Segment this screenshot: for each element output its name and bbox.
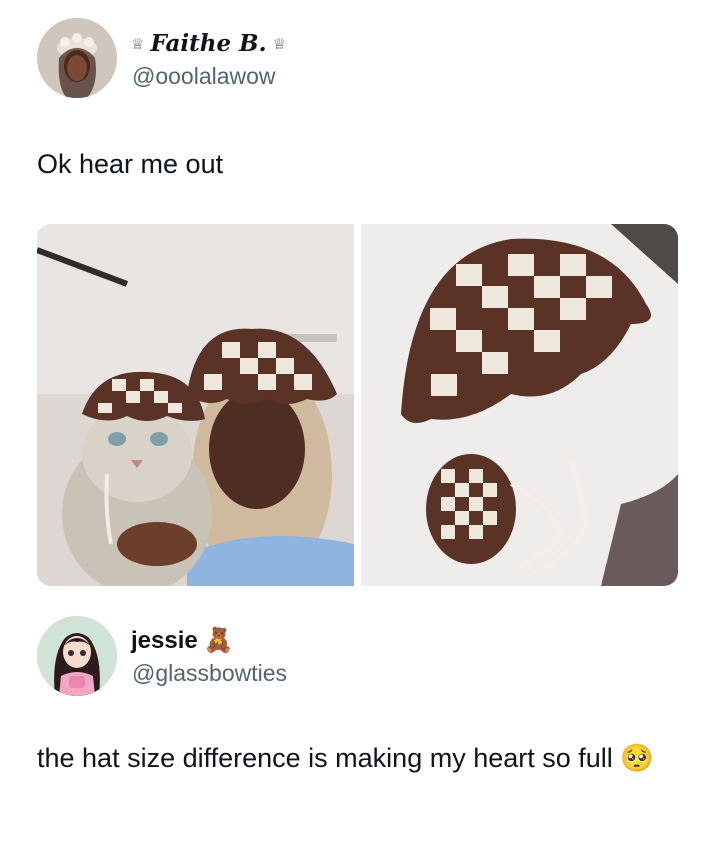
display-name[interactable]: jessie [131, 627, 198, 655]
tweet-2-name-row[interactable]: jessie 🧸 [131, 626, 234, 655]
crown-icon: ♕ [272, 35, 287, 53]
media-photo-1[interactable] [37, 224, 354, 586]
media-photo-2[interactable] [361, 224, 678, 586]
crown-icon: ♕ [131, 35, 145, 53]
photo-woman-with-cat-icon [37, 224, 354, 586]
handle[interactable]: @ooolalawow [132, 63, 276, 90]
pleading-face-icon: 🥺 [620, 743, 654, 773]
avatar-image [37, 18, 117, 98]
avatar-image [37, 616, 117, 696]
display-name[interactable]: Faithe B. [150, 30, 266, 57]
avatar-faithe[interactable] [37, 18, 117, 98]
tweet-1-name-row[interactable]: ♕ Faithe B. ♕ [131, 30, 286, 57]
teddy-bear-icon: 🧸 [203, 627, 234, 654]
photo-crochet-hats-icon [361, 224, 678, 586]
tweet-text: Ok hear me out [37, 149, 224, 179]
tweet-text-container: the hat size difference is making my hea… [37, 740, 677, 777]
tweet-2: jessie 🧸 @glassbowties the hat size diff… [0, 600, 716, 847]
handle[interactable]: @glassbowties [132, 660, 287, 687]
tweet-1: ♕ Faithe B. ♕ @ooolalawow Ok hear me out [0, 0, 716, 600]
avatar-jessie[interactable] [37, 616, 117, 696]
tweet-text: the hat size difference is making my hea… [37, 743, 613, 773]
